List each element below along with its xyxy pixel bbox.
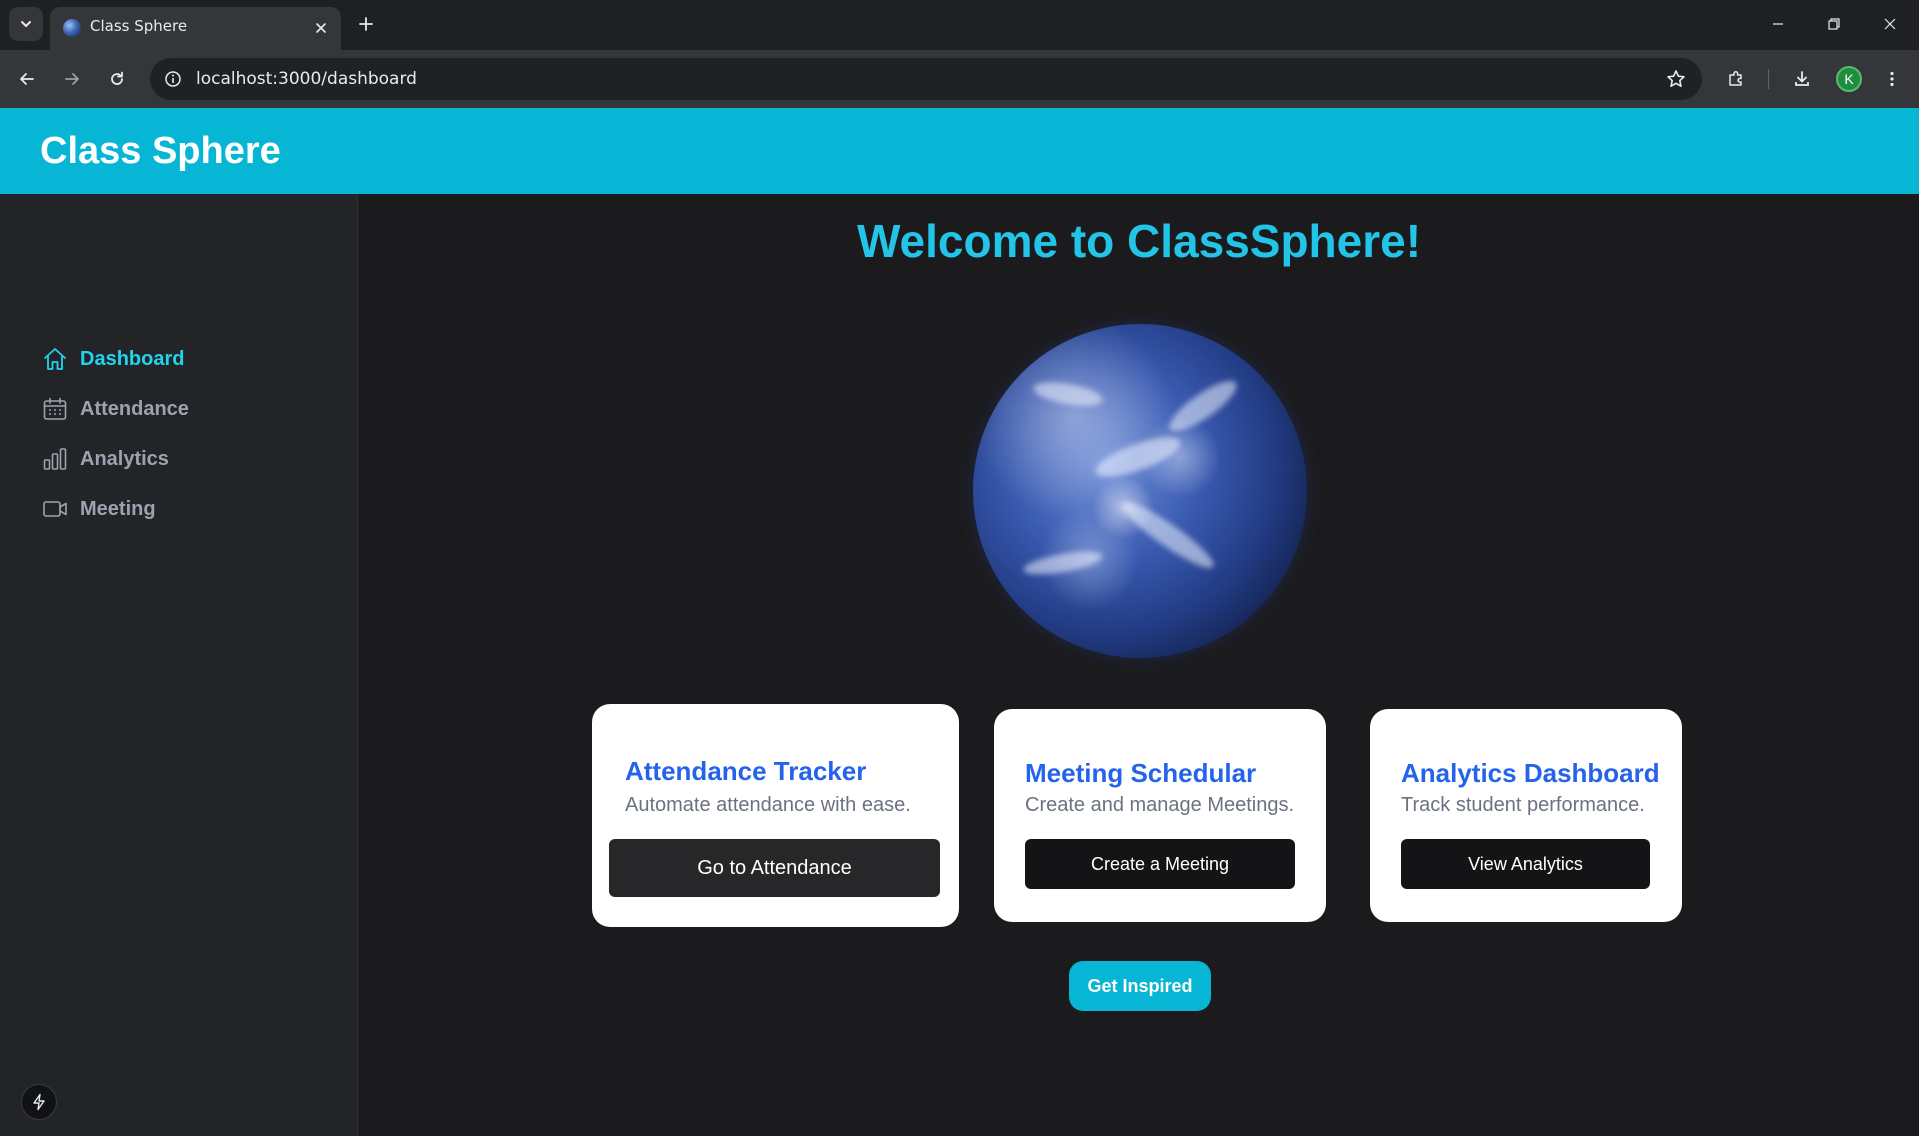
- globe-cloud: [1116, 494, 1220, 576]
- info-icon: [165, 71, 181, 87]
- browser-menu-button[interactable]: [1874, 61, 1910, 97]
- plus-icon: [359, 17, 373, 31]
- arrow-left-icon: [20, 73, 34, 85]
- forward-button[interactable]: [54, 61, 90, 97]
- new-tab-button[interactable]: [352, 10, 380, 38]
- toolbar-divider: [1768, 69, 1769, 89]
- get-inspired-button[interactable]: Get Inspired: [1069, 961, 1211, 1011]
- close-icon: [1884, 18, 1896, 30]
- tab-search-button[interactable]: [9, 7, 43, 41]
- sidebar-item-dashboard[interactable]: Dashboard: [41, 344, 184, 374]
- earth-globe-image: [973, 324, 1307, 658]
- card-attendance-tracker: Attendance Tracker Automate attendance w…: [592, 704, 959, 927]
- close-window-button[interactable]: [1862, 0, 1918, 48]
- chevron-down-icon: [21, 21, 31, 27]
- profile-avatar[interactable]: K: [1836, 66, 1862, 92]
- card-description: Track student performance.: [1401, 794, 1645, 816]
- reload-icon: [111, 71, 123, 85]
- restore-button[interactable]: [1806, 0, 1862, 48]
- go-to-attendance-button[interactable]: Go to Attendance: [609, 839, 940, 897]
- view-analytics-button[interactable]: View Analytics: [1401, 839, 1650, 889]
- reload-button[interactable]: [99, 61, 135, 97]
- card-description: Automate attendance with ease.: [625, 794, 911, 816]
- globe-cloud: [1022, 547, 1104, 579]
- sidebar-item-attendance[interactable]: Attendance: [41, 394, 189, 424]
- sidebar-item-label: Dashboard: [80, 347, 185, 370]
- downloads-button[interactable]: [1784, 61, 1820, 97]
- calendar-icon: [41, 395, 69, 423]
- globe-cloud: [1031, 378, 1105, 410]
- video-camera-icon: [41, 495, 69, 523]
- restore-icon: [1828, 18, 1840, 30]
- sidebar-item-label: Analytics: [80, 447, 169, 470]
- sidebar-item-analytics[interactable]: Analytics: [41, 444, 169, 474]
- url-text[interactable]: localhost:3000/dashboard: [196, 69, 417, 89]
- card-title: Attendance Tracker: [625, 756, 867, 786]
- home-icon: [41, 345, 69, 373]
- browser-tab-strip: Class Sphere: [0, 0, 1919, 50]
- back-button[interactable]: [9, 61, 45, 97]
- extensions-button[interactable]: [1718, 61, 1754, 97]
- app-title: Class Sphere: [40, 130, 281, 172]
- dev-tools-button[interactable]: [21, 1084, 57, 1120]
- minimize-button[interactable]: [1750, 0, 1806, 48]
- card-analytics-dashboard: Analytics Dashboard Track student perfor…: [1370, 709, 1682, 922]
- bookmark-button[interactable]: [1664, 67, 1688, 91]
- more-vertical-icon: [1890, 71, 1894, 87]
- lightning-bolt-icon: [33, 1093, 45, 1111]
- sidebar-item-label: Attendance: [80, 397, 189, 420]
- main-content: Welcome to ClassSphere! Attendance Track…: [359, 194, 1919, 1136]
- tab-title: Class Sphere: [90, 17, 188, 35]
- app-header: Class Sphere: [0, 108, 1919, 194]
- bar-chart-icon: [41, 445, 69, 473]
- minimize-icon: [1773, 23, 1783, 25]
- create-meeting-button[interactable]: Create a Meeting: [1025, 839, 1295, 889]
- card-description: Create and manage Meetings.: [1025, 794, 1295, 816]
- card-meeting-schedular: Meeting Schedular Create and manage Meet…: [994, 709, 1326, 922]
- card-title: Meeting Schedular: [1025, 758, 1257, 788]
- site-info-button[interactable]: [160, 66, 186, 92]
- welcome-heading: Welcome to ClassSphere!: [856, 215, 1422, 267]
- star-icon: [1667, 70, 1685, 87]
- puzzle-icon: [1729, 70, 1742, 86]
- globe-favicon-icon: [63, 19, 81, 37]
- download-icon: [1795, 71, 1809, 86]
- card-title: Analytics Dashboard: [1401, 758, 1660, 788]
- sidebar: [0, 194, 358, 1136]
- arrow-right-icon: [65, 73, 79, 85]
- globe-cloud: [1091, 429, 1185, 485]
- browser-tab-active[interactable]: Class Sphere: [50, 7, 341, 50]
- tab-close-button[interactable]: [309, 16, 333, 40]
- sidebar-item-meeting[interactable]: Meeting: [41, 494, 156, 524]
- close-icon: [316, 23, 326, 33]
- address-bar[interactable]: localhost:3000/dashboard: [150, 58, 1702, 100]
- browser-toolbar: localhost:3000/dashboard K: [0, 50, 1919, 108]
- sidebar-item-label: Meeting: [80, 497, 156, 520]
- globe-cloud: [1163, 373, 1243, 439]
